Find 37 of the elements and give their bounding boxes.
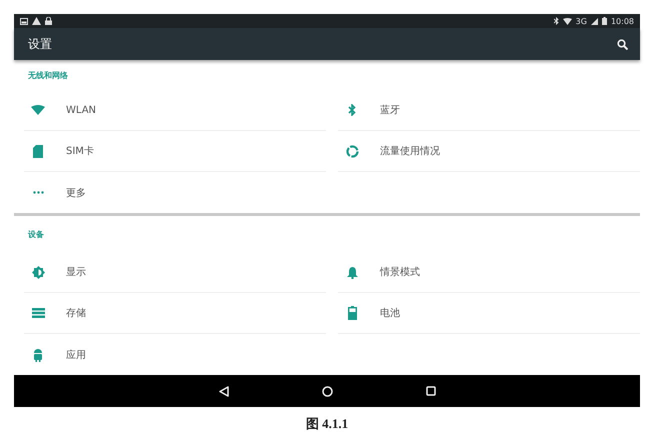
- screen-title: 设置: [28, 36, 52, 52]
- recents-icon[interactable]: [426, 386, 436, 396]
- settings-item[interactable]: 应用: [24, 334, 326, 375]
- settings-item[interactable]: 情景模式: [338, 252, 640, 293]
- network-type: 3G: [576, 16, 587, 26]
- search-icon[interactable]: [617, 38, 628, 50]
- section-header: 设备: [28, 228, 44, 240]
- warning-icon: [32, 17, 41, 25]
- battery-icon: [602, 17, 607, 25]
- bluetooth-icon: [554, 17, 559, 25]
- sim-card-icon: [33, 144, 43, 158]
- bell-icon: [346, 266, 358, 278]
- data-usage-icon: [346, 144, 358, 158]
- wifi-icon: [562, 18, 572, 24]
- brightness-icon: [32, 266, 44, 278]
- settings-item[interactable]: 显示: [24, 252, 326, 293]
- signal-icon: [590, 18, 598, 24]
- clock: 10:08: [610, 16, 634, 26]
- figure-caption: 图 4.1.1: [306, 415, 348, 433]
- settings-item[interactable]: 存储: [24, 293, 326, 334]
- settings-item[interactable]: WLAN: [24, 90, 326, 131]
- more-icon: [32, 191, 44, 194]
- lock-icon: [45, 17, 52, 25]
- settings-item[interactable]: 蓝牙: [338, 90, 640, 131]
- android-icon: [33, 348, 43, 362]
- settings-item[interactable]: 电池: [338, 293, 640, 334]
- storage-icon: [32, 308, 44, 318]
- bluetooth-icon: [348, 104, 356, 116]
- picture-icon: [20, 18, 28, 24]
- settings-item[interactable]: 更多: [24, 172, 326, 213]
- wifi-icon: [31, 105, 45, 115]
- section-header: 无线和网络: [28, 70, 68, 80]
- home-icon[interactable]: [322, 386, 332, 396]
- battery-icon: [348, 306, 356, 320]
- back-icon[interactable]: [218, 386, 228, 396]
- settings-item[interactable]: 流量使用情况: [338, 131, 640, 172]
- settings-item[interactable]: SIM卡: [24, 131, 326, 172]
